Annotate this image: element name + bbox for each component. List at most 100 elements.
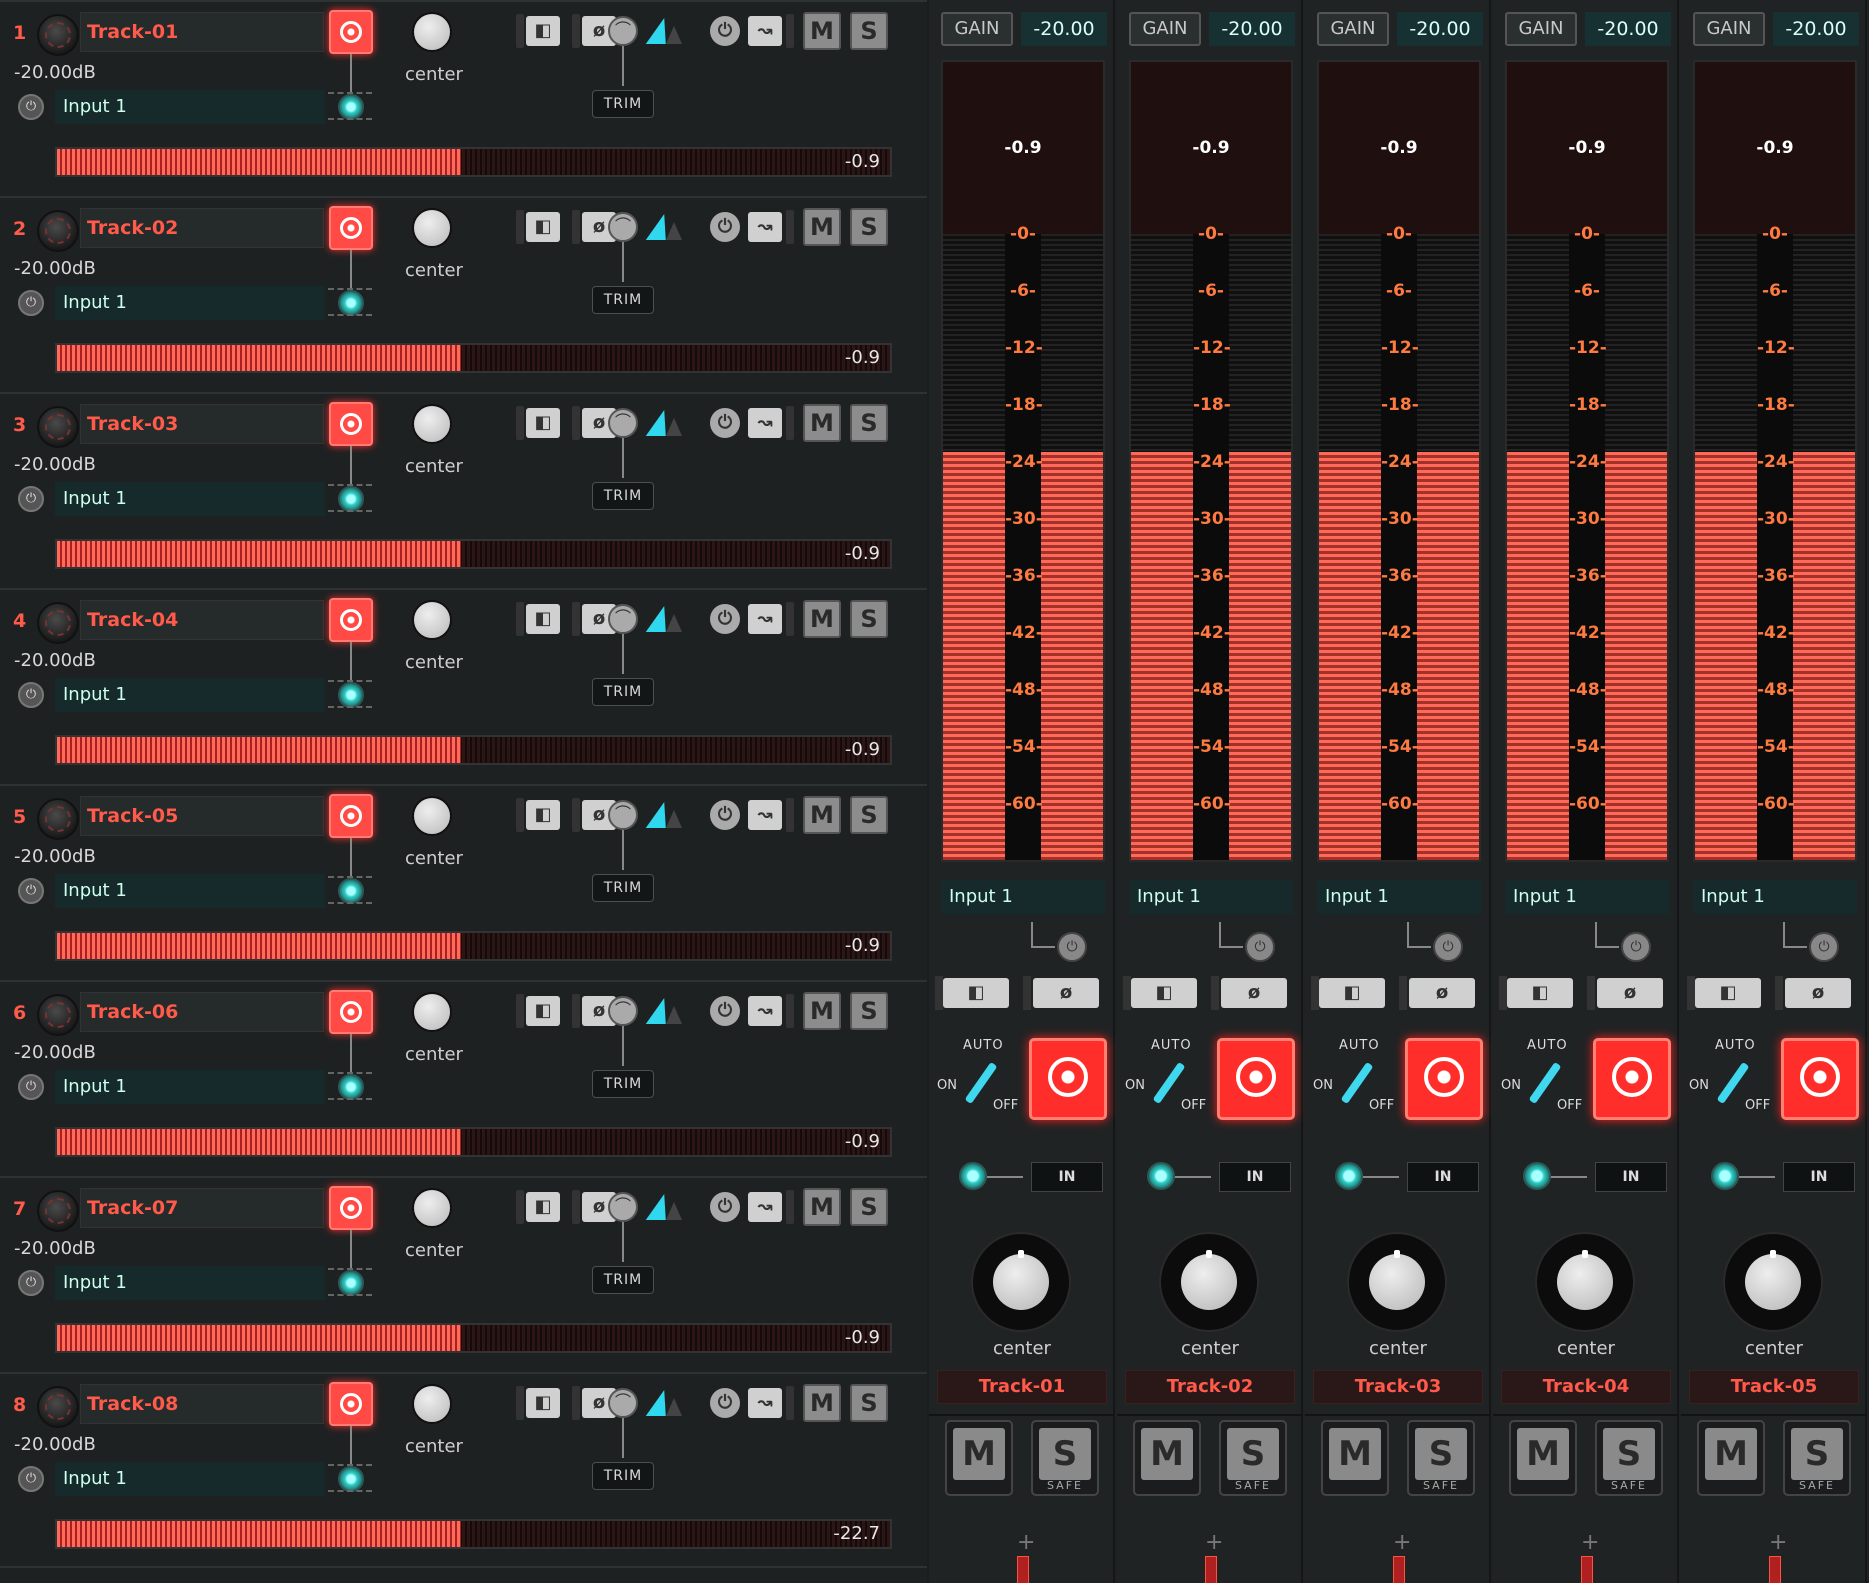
input-monitor-icon[interactable]: ◧ (1507, 978, 1573, 1008)
input-select[interactable]: Input 1 (55, 874, 325, 908)
monitor-led-icon[interactable] (328, 680, 372, 708)
input-icon[interactable]: ⏻ (18, 682, 44, 708)
sidechain-icon[interactable]: ⏻ (710, 212, 740, 242)
trim-button[interactable]: TRIM (592, 286, 654, 314)
input-icon[interactable]: ⏻ (18, 290, 44, 316)
trim-button[interactable]: TRIM (592, 678, 654, 706)
mute-button[interactable]: M (803, 12, 841, 50)
input-icon[interactable]: ⏻ (18, 878, 44, 904)
record-arm-button[interactable] (329, 794, 373, 838)
track-name[interactable]: Track-06 (80, 992, 324, 1032)
phase-invert-icon[interactable]: ø (1221, 978, 1287, 1008)
input-icon[interactable]: ⏻ (18, 1074, 44, 1100)
trim-knob-icon[interactable]: ⌒ (608, 800, 638, 830)
solo-button[interactable]: S SAFE (1219, 1420, 1287, 1496)
pan-knob[interactable] (1557, 1254, 1613, 1310)
monitor-led-icon[interactable] (1335, 1162, 1363, 1190)
monitor-led-icon[interactable] (959, 1162, 987, 1190)
mute-button[interactable]: M (945, 1420, 1013, 1496)
monitor-led-icon[interactable] (1523, 1162, 1551, 1190)
auto-record-button[interactable] (1593, 1038, 1671, 1120)
trim-button[interactable]: TRIM (592, 482, 654, 510)
solo-button[interactable]: S (850, 12, 888, 50)
sidechain-icon[interactable]: ⏻ (710, 604, 740, 634)
input-select[interactable]: Input 1 (1505, 880, 1669, 914)
pan-knob[interactable] (1181, 1254, 1237, 1310)
solo-button[interactable]: S (850, 600, 888, 638)
input-icon[interactable]: ⏻ (18, 486, 44, 512)
strip-track-name[interactable]: Track-05 (1689, 1370, 1859, 1404)
record-arm-button[interactable] (329, 1186, 373, 1230)
monitor-led-icon[interactable] (328, 484, 372, 512)
automation-curve-icon[interactable]: ↝ (748, 1192, 782, 1222)
auto-record-button[interactable] (1217, 1038, 1295, 1120)
input-select[interactable]: Input 1 (55, 90, 325, 124)
auto-record-button[interactable] (1405, 1038, 1483, 1120)
gain-button[interactable]: GAIN (1693, 12, 1765, 46)
input-monitor-icon[interactable]: ◧ (526, 16, 560, 46)
solo-button[interactable]: S SAFE (1407, 1420, 1475, 1496)
input-gain-knob[interactable] (37, 1386, 79, 1428)
record-arm-button[interactable] (329, 10, 373, 54)
gain-value[interactable]: -20.00 (1021, 12, 1107, 46)
pan-knob[interactable] (412, 404, 452, 444)
auto-record-button[interactable] (1029, 1038, 1107, 1120)
input-monitor-icon[interactable]: ◧ (526, 1388, 560, 1418)
phase-invert-icon[interactable]: ø (1033, 978, 1099, 1008)
automation-curve-icon[interactable]: ↝ (748, 408, 782, 438)
monitor-led-icon[interactable] (328, 288, 372, 316)
gain-value[interactable]: -20.00 (1397, 12, 1483, 46)
in-button[interactable]: IN (1219, 1162, 1291, 1192)
input-select[interactable]: Input 1 (1693, 880, 1857, 914)
trim-knob-icon[interactable]: ⌒ (608, 1192, 638, 1222)
gain-button[interactable]: GAIN (1129, 12, 1201, 46)
pan-knob[interactable] (412, 600, 452, 640)
input-monitor-icon[interactable]: ◧ (1131, 978, 1197, 1008)
solo-button[interactable]: S (850, 796, 888, 834)
trim-button[interactable]: TRIM (592, 1070, 654, 1098)
gain-value[interactable]: -20.00 (1209, 12, 1295, 46)
strip-track-name[interactable]: Track-04 (1501, 1370, 1671, 1404)
input-select[interactable]: Input 1 (55, 1070, 325, 1104)
strip-track-name[interactable]: Track-03 (1313, 1370, 1483, 1404)
input-select[interactable]: Input 1 (1317, 880, 1481, 914)
trim-knob-icon[interactable]: ⌒ (608, 16, 638, 46)
input-monitor-icon[interactable]: ◧ (526, 800, 560, 830)
solo-button[interactable]: S (850, 992, 888, 1030)
input-gain-knob[interactable] (37, 1190, 79, 1232)
solo-button[interactable]: S SAFE (1783, 1420, 1851, 1496)
input-icon[interactable]: ⏻ (18, 94, 44, 120)
input-select[interactable]: Input 1 (55, 678, 325, 712)
sidechain-icon[interactable]: ⏻ (710, 1192, 740, 1222)
input-monitor-icon[interactable]: ◧ (1319, 978, 1385, 1008)
trim-knob-icon[interactable]: ⌒ (608, 212, 638, 242)
trim-knob-icon[interactable]: ⌒ (608, 604, 638, 634)
gain-button[interactable]: GAIN (1505, 12, 1577, 46)
sidechain-icon[interactable]: ⏻ (710, 16, 740, 46)
sidechain-icon[interactable]: ⏻ (1809, 932, 1839, 962)
track-name[interactable]: Track-04 (80, 600, 324, 640)
sidechain-icon[interactable]: ⏻ (1621, 932, 1651, 962)
pan-knob[interactable] (1369, 1254, 1425, 1310)
auto-record-button[interactable] (1781, 1038, 1859, 1120)
mute-button[interactable]: M (803, 992, 841, 1030)
monitor-led-icon[interactable] (328, 92, 372, 120)
record-arm-button[interactable] (329, 1382, 373, 1426)
solo-button[interactable]: S (850, 404, 888, 442)
pan-knob[interactable] (412, 12, 452, 52)
monitor-led-icon[interactable] (328, 1464, 372, 1492)
solo-button[interactable]: S (850, 1188, 888, 1226)
input-gain-knob[interactable] (37, 210, 79, 252)
pan-knob[interactable] (1745, 1254, 1801, 1310)
trim-knob-icon[interactable]: ⌒ (608, 408, 638, 438)
input-select[interactable]: Input 1 (55, 286, 325, 320)
sidechain-icon[interactable]: ⏻ (710, 800, 740, 830)
phase-invert-icon[interactable]: ø (1409, 978, 1475, 1008)
strip-track-name[interactable]: Track-01 (937, 1370, 1107, 1404)
input-monitor-icon[interactable]: ◧ (1695, 978, 1761, 1008)
automation-curve-icon[interactable]: ↝ (748, 212, 782, 242)
mute-button[interactable]: M (803, 1384, 841, 1422)
input-select[interactable]: Input 1 (55, 482, 325, 516)
mute-button[interactable]: M (1697, 1420, 1765, 1496)
gain-value[interactable]: -20.00 (1585, 12, 1671, 46)
